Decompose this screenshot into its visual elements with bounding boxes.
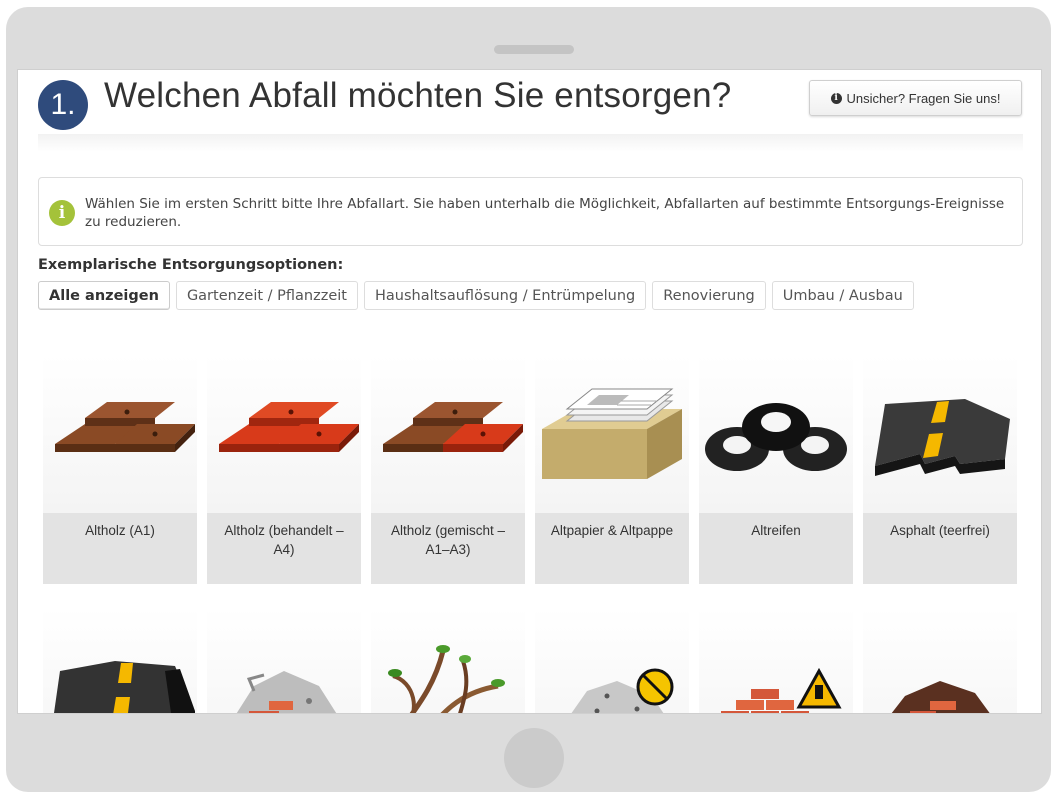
waste-tile-altpapier[interactable]: Altpapier & Altpappe xyxy=(535,355,689,585)
info-text: Wählen Sie im ersten Schritt bitte Ihre … xyxy=(85,196,1005,230)
tile-label: Altholz (gemischt – A1–A3) xyxy=(371,513,525,584)
help-button[interactable]: i Unsicher? Fragen Sie uns! xyxy=(809,80,1022,116)
gravel-hazard-icon xyxy=(571,668,674,713)
tile-image xyxy=(863,607,1017,713)
tile-label: Asphalt (teerfrei) xyxy=(863,513,1017,584)
waste-tile-altholz-a4[interactable]: Altholz (behandelt – A4) xyxy=(207,355,361,585)
tires-icon xyxy=(705,403,847,471)
tile-image xyxy=(207,607,361,713)
info-icon: i xyxy=(49,200,75,226)
waste-tile-asphalt[interactable]: Asphalt (teerfrei) xyxy=(863,355,1017,585)
green-waste-branches-icon xyxy=(388,645,505,713)
filter-garden-time[interactable]: Gartenzeit / Pflanzzeit xyxy=(175,281,358,310)
paper-box-icon xyxy=(542,388,682,479)
tablet-home-button xyxy=(504,728,564,788)
info-box: i Wählen Sie im ersten Schritt bitte Ihr… xyxy=(38,177,1023,246)
tile-image xyxy=(371,607,525,713)
soil-bricks-icon xyxy=(891,681,990,713)
wood-planks-brown-icon xyxy=(55,402,195,452)
header-divider xyxy=(38,134,1023,152)
tile-image xyxy=(535,607,689,713)
waste-tile-soil[interactable] xyxy=(863,607,1017,713)
filter-renovation[interactable]: Renovierung xyxy=(652,281,766,310)
waste-tile-asphalt-tar[interactable] xyxy=(43,607,197,713)
filter-bar: Alle anzeigen Gartenzeit / Pflanzzeit Ha… xyxy=(38,281,914,310)
filter-show-all[interactable]: Alle anzeigen xyxy=(38,281,170,310)
waste-tile-rubble[interactable] xyxy=(207,607,361,713)
tile-image xyxy=(207,355,361,513)
bricks-hazard-icon xyxy=(721,667,842,713)
tile-image xyxy=(43,607,197,713)
wood-planks-red-icon xyxy=(219,402,359,452)
tile-label: Altreifen xyxy=(699,513,853,584)
wood-planks-mixed-icon xyxy=(383,402,523,452)
waste-tile-gravel[interactable] xyxy=(535,607,689,713)
waste-tile-green[interactable] xyxy=(371,607,525,713)
tile-label: Altholz (A1) xyxy=(43,513,197,584)
tile-label: Altpapier & Altpappe xyxy=(535,513,689,584)
tile-image xyxy=(535,355,689,513)
filter-household-clearance[interactable]: Haushaltsauflösung / Entrümpelung xyxy=(363,281,647,310)
tile-image xyxy=(699,607,853,713)
tile-image xyxy=(43,355,197,513)
info-circle-icon: i xyxy=(830,92,842,104)
help-button-label: Unsicher? Fragen Sie uns! xyxy=(846,90,1001,106)
waste-tile-altholz-mixed[interactable]: Altholz (gemischt – A1–A3) xyxy=(371,355,525,585)
asphalt-tar-icon xyxy=(54,661,195,713)
waste-tile-altholz-a1[interactable]: Altholz (A1) xyxy=(43,355,197,585)
waste-tile-bricks[interactable] xyxy=(699,607,853,713)
tablet-speaker xyxy=(494,45,574,54)
rubble-mixed-icon xyxy=(236,671,337,713)
tile-label: Altholz (behandelt – A4) xyxy=(207,513,361,584)
options-label: Exemplarische Entsorgungsoptionen: xyxy=(38,257,344,273)
asphalt-road-icon xyxy=(875,399,1010,476)
waste-tile-altreifen[interactable]: Altreifen xyxy=(699,355,853,585)
tile-image xyxy=(371,355,525,513)
screen: 1. Welchen Abfall möchten Sie entsorgen?… xyxy=(17,69,1042,714)
tile-image xyxy=(863,355,1017,513)
tile-image xyxy=(699,355,853,513)
step-number-badge: 1. xyxy=(38,80,88,130)
filter-conversion[interactable]: Umbau / Ausbau xyxy=(771,281,914,310)
page-title: Welchen Abfall möchten Sie entsorgen? xyxy=(104,76,732,115)
